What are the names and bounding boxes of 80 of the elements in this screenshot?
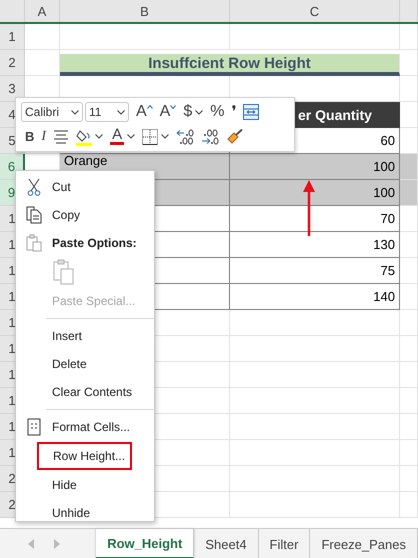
grid-cell[interactable] [400, 24, 418, 50]
caret-icon [71, 110, 79, 115]
column-header[interactable]: A [25, 0, 60, 22]
font-dropdown[interactable]: Calibri [21, 102, 83, 122]
table-cell[interactable]: 100 [230, 180, 400, 206]
clipboard-icon [26, 234, 42, 252]
grid-cell[interactable] [230, 414, 400, 440]
row-header[interactable]: 1 [0, 24, 25, 50]
grid-cell[interactable] [400, 76, 418, 102]
scissors-icon [27, 178, 41, 196]
caret-icon[interactable] [161, 134, 170, 140]
size-dropdown[interactable]: 11 [85, 102, 129, 122]
borders-icon[interactable] [142, 128, 158, 145]
menu-item[interactable]: Row Height... [37, 442, 132, 470]
fill-color-icon[interactable] [76, 128, 92, 146]
caret-icon [146, 105, 153, 110]
row-header[interactable]: 2 [0, 50, 25, 76]
table-cell[interactable]: 75 [230, 258, 400, 284]
sheet-tab[interactable]: Row_Height [96, 529, 194, 558]
grid-cell[interactable] [400, 232, 418, 258]
font-color-button[interactable]: A [110, 128, 124, 146]
grid-cell[interactable] [400, 492, 418, 518]
caret-icon [170, 105, 176, 110]
grid-cell[interactable] [400, 284, 418, 310]
grid-cell[interactable] [400, 154, 418, 180]
grid-cell[interactable] [230, 492, 400, 518]
format-button[interactable]: $ [183, 103, 192, 122]
grid-cell[interactable] [400, 388, 418, 414]
comma-style-button[interactable]: ❜ [231, 102, 236, 122]
column-header[interactable]: C [230, 0, 400, 22]
grid-cell[interactable] [400, 310, 418, 336]
grid-cell[interactable] [25, 24, 60, 50]
caret-icon [117, 110, 125, 115]
center-align-icon[interactable] [53, 130, 70, 144]
grid-cell[interactable] [400, 362, 418, 388]
grid-cell[interactable] [230, 466, 400, 492]
caret-icon[interactable] [195, 110, 204, 115]
format-button[interactable]: % [210, 103, 224, 122]
table-cell[interactable]: 100 [230, 154, 400, 180]
paste-icon[interactable] [53, 259, 75, 285]
table-cell[interactable]: 140 [230, 284, 400, 310]
grid-cell[interactable] [400, 102, 418, 128]
grid-cell[interactable] [230, 24, 400, 50]
grid-cell[interactable] [400, 414, 418, 440]
grid-cell[interactable] [400, 466, 418, 492]
scroll-right-icon[interactable] [54, 539, 60, 549]
table-cell[interactable]: 70 [230, 206, 400, 232]
grid-cell[interactable] [400, 206, 418, 232]
bold-button[interactable]: B [25, 129, 34, 144]
title-cell: Insuffcient Row Height [60, 54, 400, 76]
italic-button[interactable]: I [41, 128, 46, 145]
grid-cell[interactable] [400, 258, 418, 284]
caret-icon[interactable] [127, 134, 136, 140]
grid-cell[interactable] [230, 362, 400, 388]
sheet-tab[interactable]: Sheet4 [194, 529, 259, 558]
grid-cell[interactable] [230, 310, 400, 336]
column-header[interactable]: B [60, 0, 230, 22]
table-cell[interactable]: 130 [230, 232, 400, 258]
shrink-font-button[interactable]: A [160, 103, 176, 122]
grid-cell[interactable] [400, 50, 418, 76]
grid-cell[interactable] [400, 440, 418, 466]
format-painter-icon[interactable] [226, 128, 244, 145]
copy-icon [26, 206, 42, 224]
grid-cell[interactable] [400, 336, 418, 362]
increase-decimal-icon[interactable] [176, 128, 194, 145]
sheet-tab[interactable]: Filter [258, 529, 310, 558]
grid-cell[interactable] [60, 24, 230, 50]
caret-icon[interactable] [95, 134, 104, 140]
scroll-left-icon[interactable] [28, 539, 34, 549]
decrease-decimal-icon[interactable] [201, 128, 220, 145]
grow-font-button[interactable]: A [136, 103, 153, 122]
grid-cell[interactable] [400, 180, 418, 206]
arrow-annotation [303, 180, 315, 236]
grid-cell[interactable] [230, 388, 400, 414]
format-cells-icon [27, 418, 41, 436]
grid-cell[interactable] [230, 336, 400, 362]
row-header[interactable]: 3 [0, 76, 25, 102]
sheet-tab[interactable]: Freeze_Panes [310, 529, 418, 558]
grid-cell[interactable] [230, 440, 400, 466]
merge-icon[interactable] [243, 104, 260, 120]
